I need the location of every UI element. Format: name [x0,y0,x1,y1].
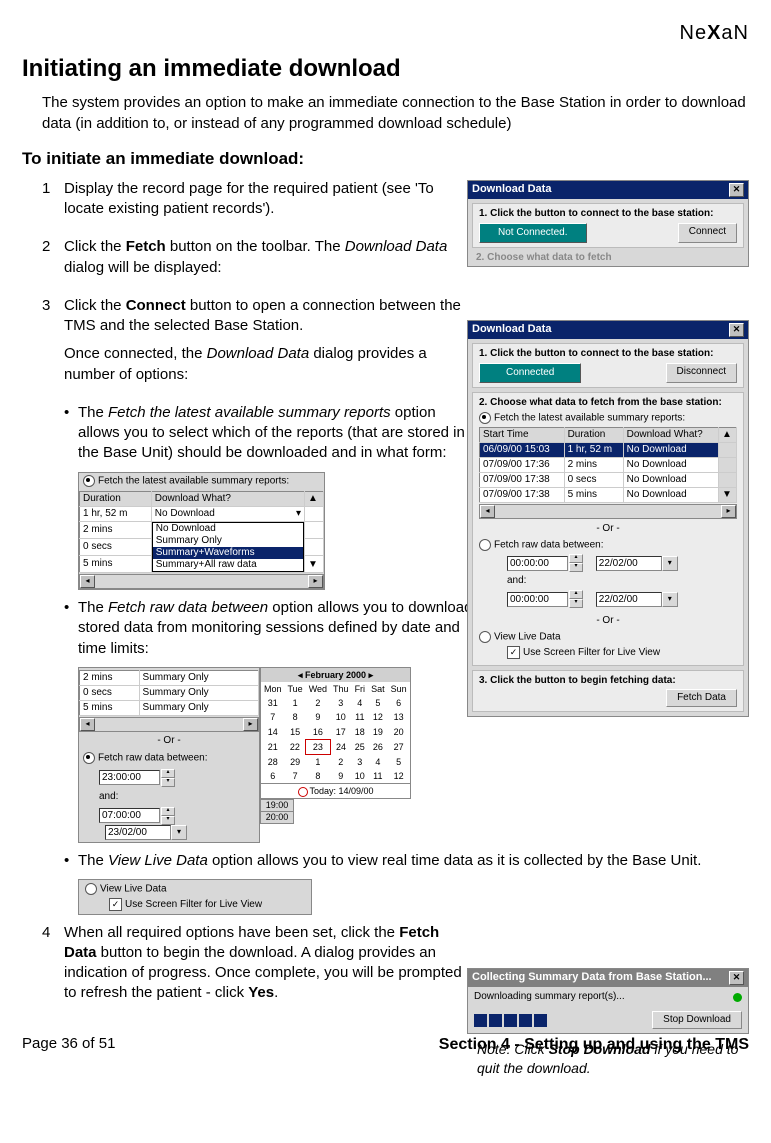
screenshot-raw-data-calendar: 2 minsSummary Only 0 secsSummary Only 5 … [78,667,477,843]
step-number: 2 [42,237,64,286]
note-text: Note: Click Stop Download if you need to… [477,1040,747,1078]
step-3: 3 Click the Connect button to open a con… [42,296,477,393]
time-spinner: ▴▾ [99,807,175,825]
table-row[interactable]: 07/09/00 17:385 minsNo Download▼ [480,487,737,502]
bullet-text: The Fetch the latest available summary r… [78,403,477,464]
date-combo: ▾ [105,825,187,840]
screenshot-progress-and-note: Collecting Summary Data from Base Statio… [467,968,749,1078]
screenshot-view-live: View Live Data ✓Use Screen Filter for Li… [78,879,312,915]
step-4: 4 When all required options have been se… [42,923,462,1012]
page-heading: Initiating an immediate download [22,53,749,85]
checkbox-icon: ✓ [109,898,122,911]
bullet-fetch-latest: • The Fetch the latest available summary… [64,403,477,464]
brand-logo: NeXaN [22,20,749,47]
scrollbar-horizontal: ◂▸ [79,574,324,589]
download-what-dropdown: No Download Summary Only Summary+Wavefor… [152,522,304,572]
calendar-popup: ◂ February 2000 ▸ MonTueWedThuFriSatSun … [260,667,411,799]
radio-icon [83,475,95,487]
checkbox-screen-filter[interactable]: ✓ [507,646,520,659]
section-faded: 2. Choose what data to fetch [468,252,748,266]
date-from-combo[interactable]: ▾ [596,556,678,571]
connection-status: Connected [479,363,581,383]
scrollbar-horizontal[interactable]: ◂▸ [479,504,737,519]
step-number: 4 [42,923,64,1012]
screenshot-summary-dropdown: Fetch the latest available summary repor… [78,472,325,591]
step-text: Click the Fetch button on the toolbar. T… [64,237,477,278]
page-number: Page 36 of 51 [22,1034,115,1056]
bullet-view-live: • The View Live Data option allows you t… [64,851,714,871]
intro-paragraph: The system provides an option to make an… [42,93,749,134]
step-text: When all required options have been set,… [64,923,462,1004]
bullet-fetch-raw: • The Fetch raw data between option allo… [64,598,477,659]
date-to-combo[interactable]: ▾ [596,592,678,607]
step-2: 2 Click the Fetch button on the toolbar.… [42,237,477,286]
radio-icon [85,883,97,895]
bullet-text: The Fetch raw data between option allows… [78,598,477,659]
close-icon: ✕ [729,971,744,985]
radio-view-live[interactable] [479,631,491,643]
time-from-spinner[interactable]: ▴▾ [507,554,583,572]
connection-status: Not Connected. [479,223,587,243]
step-number: 3 [42,296,64,393]
fetch-data-button[interactable]: Fetch Data [666,689,737,707]
status-led-icon [733,993,742,1002]
bullet-icon: • [64,851,78,871]
close-icon: ✕ [729,183,744,197]
time-spinner: ▴▾ [99,769,175,787]
step-1: 1 Display the record page for the requir… [42,179,477,228]
stop-download-button[interactable]: Stop Download [652,1011,742,1029]
step-text: Display the record page for the required… [64,179,477,220]
time-to-spinner[interactable]: ▴▾ [507,590,583,608]
bullet-text: The View Live Data option allows you to … [78,851,714,871]
bullet-icon: • [64,403,78,464]
radio-fetch-raw[interactable] [479,539,491,551]
disconnect-button[interactable]: Disconnect [666,363,737,383]
radio-fetch-latest[interactable] [479,412,491,424]
radio-icon [83,752,95,764]
summary-table: DurationDownload What?▲ 1 hr, 52 mNo Dow… [79,491,324,573]
step-text: Click the Connect button to open a conne… [64,296,477,337]
table-row[interactable]: 07/09/00 17:380 secsNo Download [480,472,737,487]
screenshot-download-connected: Download Data✕ 1. Click the button to co… [467,320,749,717]
progress-bar [474,1014,547,1027]
table-row[interactable]: 07/09/00 17:362 minsNo Download [480,457,737,472]
step-number: 1 [42,179,64,228]
step-text: Once connected, the Download Data dialog… [64,344,477,385]
table-row[interactable]: 06/09/00 15:031 hr, 52 mNo Download [480,442,737,457]
close-icon: ✕ [729,323,744,337]
connect-button[interactable]: Connect [678,223,737,243]
reports-table[interactable]: Start TimeDurationDownload What?▲ 06/09/… [479,427,737,503]
procedure-heading: To initiate an immediate download: [22,148,749,171]
bullet-icon: • [64,598,78,659]
screenshot-download-not-connected: Download Data✕ 1. Click the button to co… [467,180,749,267]
